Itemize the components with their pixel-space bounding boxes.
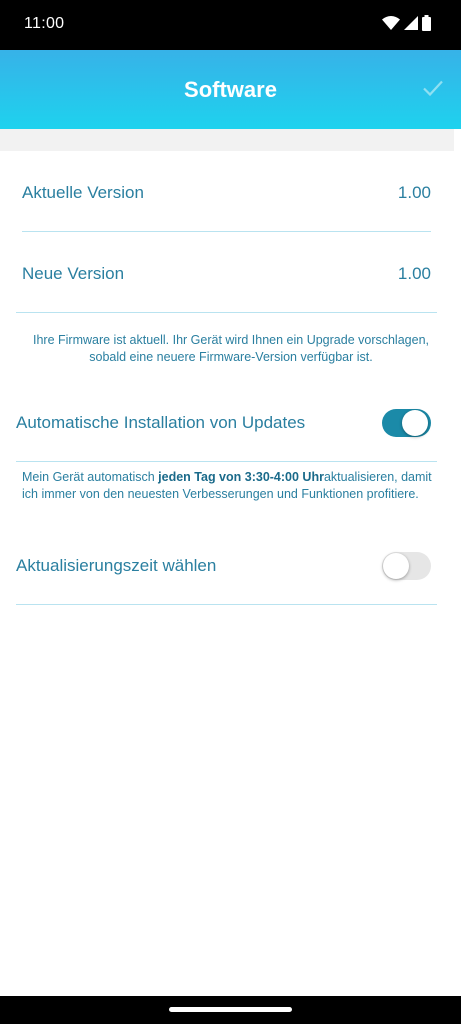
status-icons [382,14,431,36]
new-version-label: Neue Version [22,264,125,283]
app-header: Software [0,50,461,129]
auto-install-switch[interactable] [382,407,431,439]
new-version-row: Neue Version 1.00 [22,264,431,284]
navigation-bar [0,996,461,1024]
divider [16,312,437,313]
update-time-switch[interactable] [382,550,431,582]
switch-knob [402,410,428,436]
current-version-row: Aktuelle Version 1.00 [22,183,431,203]
switch-knob [383,553,409,579]
auto-install-label: Automatische Installation von Updates [16,413,306,432]
page-title: Software [184,77,277,102]
firmware-status-note: Ihre Firmware ist aktuell. Ihr Gerät wir… [32,333,429,364]
auto-desc-prefix: Mein Gerät automatisch [22,470,159,484]
status-time: 11:00 [24,15,65,32]
current-version-value: 1.00 [397,183,431,202]
auto-install-description: Mein Gerät automatisch jeden Tag von 3:3… [22,469,437,503]
divider [22,231,431,232]
status-bar: 11:00 [0,0,461,50]
wifi-icon [382,15,400,35]
divider [16,604,437,605]
confirm-button[interactable] [419,76,447,104]
check-icon [422,79,444,102]
update-time-row: Aktualisierungszeit wählen [16,549,431,583]
cell-signal-icon [404,15,418,35]
top-strip [0,129,454,151]
auto-install-row: Automatische Installation von Updates [16,406,431,440]
battery-icon [422,14,431,36]
home-handle[interactable] [169,1007,292,1012]
auto-desc-schedule: jeden Tag von 3:30-4:00 Uhr [158,470,324,484]
new-version-value: 1.00 [397,264,431,283]
update-time-label: Aktualisierungszeit wählen [16,556,217,575]
divider [16,461,437,462]
current-version-label: Aktuelle Version [22,183,144,202]
